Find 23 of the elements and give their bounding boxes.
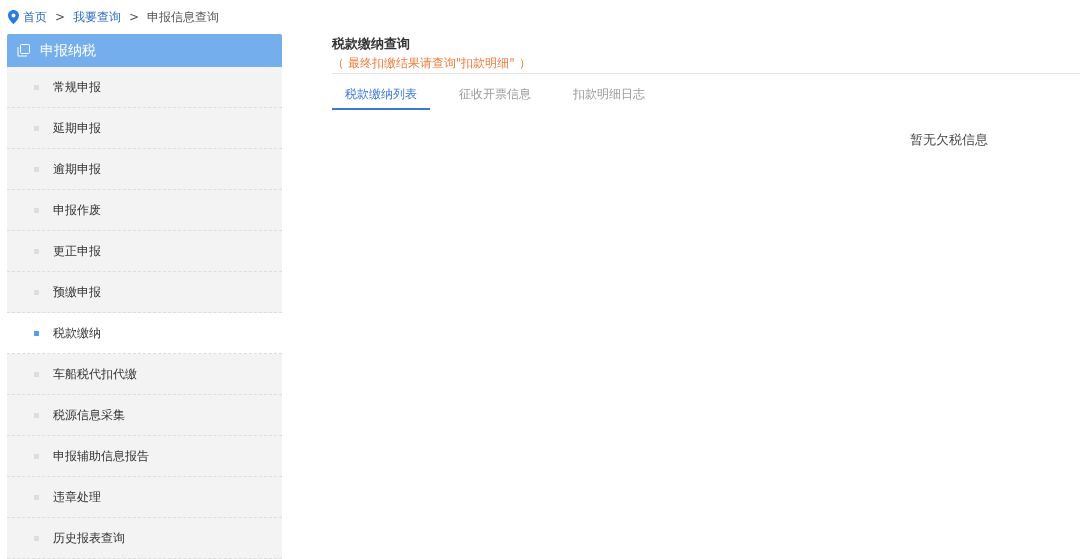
breadcrumb-separator: > xyxy=(129,9,140,26)
note-text: （ 最终扣缴结果请查询"扣款明细" ） xyxy=(332,54,532,72)
sidebar-item[interactable]: 申报辅助信息报告 xyxy=(7,436,282,477)
breadcrumb-separator: > xyxy=(55,9,66,26)
sidebar-item[interactable]: 常规申报 xyxy=(7,67,282,108)
breadcrumb-current: 申报信息查询 xyxy=(147,9,220,26)
breadcrumb-link[interactable]: 首页 xyxy=(23,8,47,26)
sidebar-item[interactable]: 预缴申报 xyxy=(7,272,282,313)
sidebar-item[interactable]: 延期申报 xyxy=(7,108,282,149)
copy-icon xyxy=(17,44,30,57)
tab[interactable]: 税款缴纳列表 xyxy=(332,80,430,110)
sidebar-item[interactable]: 税源信息采集 xyxy=(7,395,282,436)
sidebar-item[interactable]: 更正申报 xyxy=(7,231,282,272)
sidebar-item[interactable]: 车船税代扣代缴 xyxy=(7,354,282,395)
sidebar-item[interactable]: 违章处理 xyxy=(7,477,282,518)
empty-message: 暂无欠税信息 xyxy=(910,130,988,149)
sidebar-item[interactable]: 历史报表查询 xyxy=(7,518,282,559)
sidebar-item[interactable]: 申报作废 xyxy=(7,190,282,231)
location-pin-icon xyxy=(8,10,19,24)
page-title: 税款缴纳查询 xyxy=(332,35,411,53)
sidebar-item[interactable]: 逾期申报 xyxy=(7,149,282,190)
breadcrumb-link[interactable]: 我要查询 xyxy=(73,8,122,26)
sidebar-title: 申报纳税 xyxy=(40,41,96,60)
